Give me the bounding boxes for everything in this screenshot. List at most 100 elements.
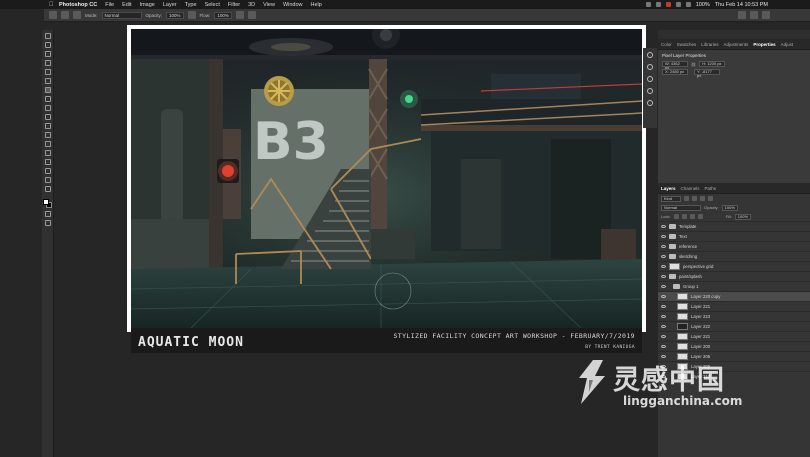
screen-mode-icon[interactable] (44, 220, 51, 226)
history-brush-icon[interactable] (44, 105, 51, 111)
menu-layer[interactable]: Layer (163, 2, 177, 8)
fill-field[interactable]: 100% (734, 213, 752, 220)
height-field[interactable]: H: 1200 px (699, 61, 726, 67)
lock-position-icon[interactable] (689, 214, 695, 219)
visibility-eye-icon[interactable] (661, 225, 666, 228)
layer-row[interactable]: paint/splash (658, 271, 810, 281)
tab-channels[interactable]: Channels (681, 186, 700, 191)
layer-row[interactable]: reference (658, 241, 810, 251)
layer-name[interactable]: Text (679, 234, 687, 239)
layer-name[interactable]: sketching (679, 254, 697, 259)
eraser-tool-icon[interactable] (44, 114, 51, 120)
tab-properties[interactable]: Properties (753, 42, 775, 47)
tab-swatches[interactable]: Swatches (677, 42, 697, 47)
artboard[interactable]: B3 AQUATIC MOON STYLIZED FACILITY CONCEP… (127, 25, 646, 353)
layer-row[interactable]: Text (658, 231, 810, 241)
layer-name[interactable]: Layer 220 copy (691, 294, 720, 299)
zoom-tool-icon[interactable] (44, 186, 51, 192)
blend-mode-select[interactable]: Normal (661, 204, 701, 211)
move-tool-icon[interactable] (44, 33, 51, 39)
workspace-icon[interactable] (750, 11, 758, 19)
lock-pixels-icon[interactable] (681, 214, 687, 219)
brush-settings-icon[interactable] (73, 11, 81, 19)
layer-name[interactable]: Group 1 (683, 284, 699, 289)
layer-row[interactable]: Layer 222 (658, 321, 810, 331)
apple-icon[interactable]:  (49, 2, 55, 8)
menu-3d[interactable]: 3D (248, 2, 255, 8)
layer-opacity-field[interactable]: 100% (721, 204, 738, 211)
tab-color[interactable]: Color (661, 42, 672, 47)
tool-presets-icon[interactable] (647, 100, 653, 106)
link-icon[interactable]: ⛓ (691, 62, 696, 67)
status-icon[interactable] (675, 2, 681, 7)
menu-file[interactable]: File (105, 2, 114, 8)
layer-row[interactable]: Layer 200 (658, 341, 810, 351)
menu-view[interactable]: View (263, 2, 275, 8)
tab-adjustments[interactable]: Adjustments (724, 42, 749, 47)
character-icon[interactable] (647, 76, 653, 82)
layer-name[interactable]: Layer 221 (691, 304, 710, 309)
layer-row[interactable]: sketching (658, 251, 810, 261)
eyedropper-tool-icon[interactable] (44, 78, 51, 84)
visibility-eye-icon[interactable] (661, 275, 666, 278)
layer-row[interactable]: Layer 221 (658, 301, 810, 311)
y-field[interactable]: Y: -8177 px (694, 69, 720, 78)
lasso-tool-icon[interactable] (44, 51, 51, 57)
info-icon[interactable] (647, 52, 653, 58)
stamp-tool-icon[interactable] (44, 96, 51, 102)
flow-field[interactable]: 100% (214, 11, 232, 19)
clock[interactable]: Thu Feb 14 10:53 PM (715, 2, 768, 8)
layer-row[interactable]: Layer 223 (658, 311, 810, 321)
layer-row[interactable]: Group 1 (658, 281, 810, 291)
visibility-eye-icon[interactable] (661, 335, 666, 338)
layer-name[interactable]: perspective grid (683, 264, 713, 269)
app-name[interactable]: Photoshop CC (59, 2, 97, 8)
menu-help[interactable]: Help (311, 2, 322, 8)
marquee-tool-icon[interactable] (44, 42, 51, 48)
history-icon[interactable] (647, 64, 653, 70)
visibility-eye-icon[interactable] (661, 235, 666, 238)
kind-filter-select[interactable]: Kind (661, 195, 681, 202)
menu-filter[interactable]: Filter (228, 2, 240, 8)
layer-name[interactable]: Layer 200 (691, 344, 710, 349)
tab-libraries[interactable]: Libraries (701, 42, 718, 47)
filter-adjustment-icon[interactable] (692, 196, 697, 201)
foreground-color[interactable] (43, 199, 49, 205)
record-icon[interactable] (665, 2, 671, 7)
layer-name[interactable]: Layer 222 (691, 324, 710, 329)
hand-tool-icon[interactable] (44, 177, 51, 183)
mode-select[interactable]: Normal (101, 11, 142, 19)
search-icon[interactable] (738, 11, 746, 19)
visibility-eye-icon[interactable] (661, 325, 666, 328)
airbrush-icon[interactable] (235, 11, 244, 19)
visibility-eye-icon[interactable] (661, 285, 666, 288)
brush-tool-icon[interactable] (44, 87, 51, 93)
visibility-eye-icon[interactable] (661, 315, 666, 318)
layer-name[interactable]: Layer 221 (691, 334, 710, 339)
layer-name[interactable]: paint/splash (679, 274, 702, 279)
layer-row[interactable]: perspective grid (658, 261, 810, 271)
status-icon[interactable] (645, 2, 651, 7)
shape-tool-icon[interactable] (44, 168, 51, 174)
tab-layers[interactable]: Layers (661, 186, 676, 191)
tab-adjust[interactable]: Adjust (781, 42, 794, 47)
crop-tool-icon[interactable] (44, 69, 51, 75)
filter-type-icon[interactable] (700, 196, 705, 201)
gradient-tool-icon[interactable] (44, 123, 51, 129)
pressure-opacity-icon[interactable] (187, 11, 196, 19)
width-field[interactable]: W: 4362 px (662, 61, 688, 70)
layer-row[interactable]: Template (658, 221, 810, 231)
dodge-tool-icon[interactable] (44, 132, 51, 138)
color-swatches[interactable] (43, 199, 52, 208)
path-select-tool-icon[interactable] (44, 159, 51, 165)
tab-paths[interactable]: Paths (705, 186, 717, 191)
menu-type[interactable]: Type (185, 2, 197, 8)
visibility-eye-icon[interactable] (661, 345, 666, 348)
visibility-eye-icon[interactable] (661, 305, 666, 308)
visibility-eye-icon[interactable] (661, 255, 666, 258)
lock-all-icon[interactable] (697, 214, 703, 219)
menu-window[interactable]: Window (283, 2, 303, 8)
pen-tool-icon[interactable] (44, 141, 51, 147)
layer-name[interactable]: reference (679, 244, 697, 249)
quick-mask-icon[interactable] (44, 211, 51, 217)
